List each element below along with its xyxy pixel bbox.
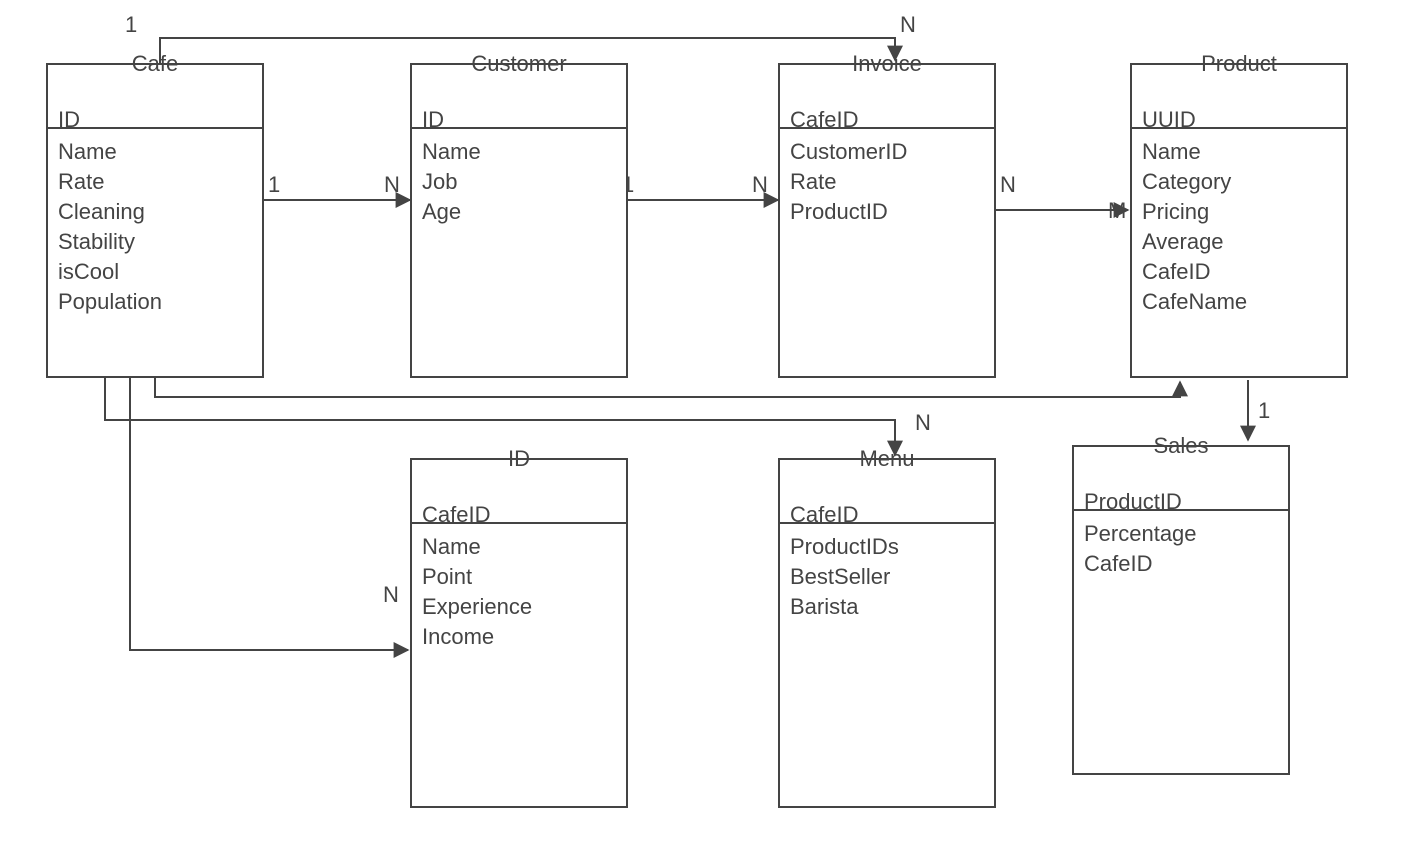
entity-product-key: UUID <box>1142 107 1196 133</box>
entity-sales-attrs: Percentage CafeID <box>1084 519 1197 579</box>
attr: Rate <box>790 167 907 197</box>
entity-employee: ID CafeID Name Point Experience Income <box>410 458 628 808</box>
card-invoice-product-M: M <box>1108 198 1126 224</box>
attr: CafeID <box>1084 549 1197 579</box>
entity-employee-title: ID <box>508 446 530 472</box>
entity-cafe: Cafe ID Name Rate Cleaning Stability isC… <box>46 63 264 378</box>
card-menu-N: N <box>915 410 931 436</box>
entity-cafe-sep <box>48 127 262 129</box>
entity-product: Product UUID Name Category Pricing Avera… <box>1130 63 1348 378</box>
attr: Income <box>422 622 532 652</box>
entity-cafe-attrs: Name Rate Cleaning Stability isCool Popu… <box>58 137 162 317</box>
attr: Name <box>422 532 532 562</box>
entity-sales-sep <box>1074 509 1288 511</box>
entity-product-sep <box>1132 127 1346 129</box>
card-cafe-customer-1: 1 <box>268 172 280 198</box>
entity-menu-title: Menu <box>859 446 914 472</box>
entity-product-attrs: Name Category Pricing Average CafeID Caf… <box>1142 137 1247 317</box>
attr: Name <box>422 137 481 167</box>
entity-customer: Customer ID Name Job Age <box>410 63 628 378</box>
attr: isCool <box>58 257 162 287</box>
attr: ProductID <box>790 197 907 227</box>
attr: Name <box>58 137 162 167</box>
card-sales-1: 1 <box>1258 398 1270 424</box>
attr: BestSeller <box>790 562 899 592</box>
card-cafe-customer-N: N <box>384 172 400 198</box>
attr: ProductIDs <box>790 532 899 562</box>
entity-employee-sep <box>412 522 626 524</box>
entity-sales-title: Sales <box>1153 433 1208 459</box>
entity-employee-key: CafeID <box>422 502 490 528</box>
entity-cafe-key: ID <box>58 107 80 133</box>
entity-sales: Sales ProductID Percentage CafeID <box>1072 445 1290 775</box>
attr: Barista <box>790 592 899 622</box>
attr: Experience <box>422 592 532 622</box>
attr: Age <box>422 197 481 227</box>
entity-employee-attrs: Name Point Experience Income <box>422 532 532 652</box>
entity-invoice-attrs: CustomerID Rate ProductID <box>790 137 907 227</box>
attr: Cleaning <box>58 197 162 227</box>
attr: Rate <box>58 167 162 197</box>
entity-invoice-key: CafeID <box>790 107 858 133</box>
attr: Name <box>1142 137 1247 167</box>
attr: Stability <box>58 227 162 257</box>
attr: CustomerID <box>790 137 907 167</box>
attr: Population <box>58 287 162 317</box>
entity-menu-key: CafeID <box>790 502 858 528</box>
entity-menu: Menu CafeID ProductIDs BestSeller Barist… <box>778 458 996 808</box>
entity-menu-attrs: ProductIDs BestSeller Barista <box>790 532 899 622</box>
entity-cafe-title: Cafe <box>132 51 178 77</box>
entity-customer-key: ID <box>422 107 444 133</box>
attr: CafeID <box>1142 257 1247 287</box>
entity-invoice-sep <box>780 127 994 129</box>
card-employee-N: N <box>383 582 399 608</box>
attr: Category <box>1142 167 1247 197</box>
entity-invoice-title: Invoice <box>852 51 922 77</box>
entity-customer-title: Customer <box>471 51 566 77</box>
attr: CafeName <box>1142 287 1247 317</box>
attr: Pricing <box>1142 197 1247 227</box>
card-customer-invoice-N: N <box>752 172 768 198</box>
attr: Job <box>422 167 481 197</box>
attr: Percentage <box>1084 519 1197 549</box>
card-cafe-invoice-N: N <box>900 12 916 38</box>
entity-customer-sep <box>412 127 626 129</box>
entity-customer-attrs: Name Job Age <box>422 137 481 227</box>
entity-product-title: Product <box>1201 51 1277 77</box>
entity-sales-key: ProductID <box>1084 489 1182 515</box>
entity-invoice: Invoice CafeID CustomerID Rate ProductID <box>778 63 996 378</box>
card-cafe-invoice-1: 1 <box>125 12 137 38</box>
attr: Average <box>1142 227 1247 257</box>
card-invoice-product-N: N <box>1000 172 1016 198</box>
attr: Point <box>422 562 532 592</box>
entity-menu-sep <box>780 522 994 524</box>
